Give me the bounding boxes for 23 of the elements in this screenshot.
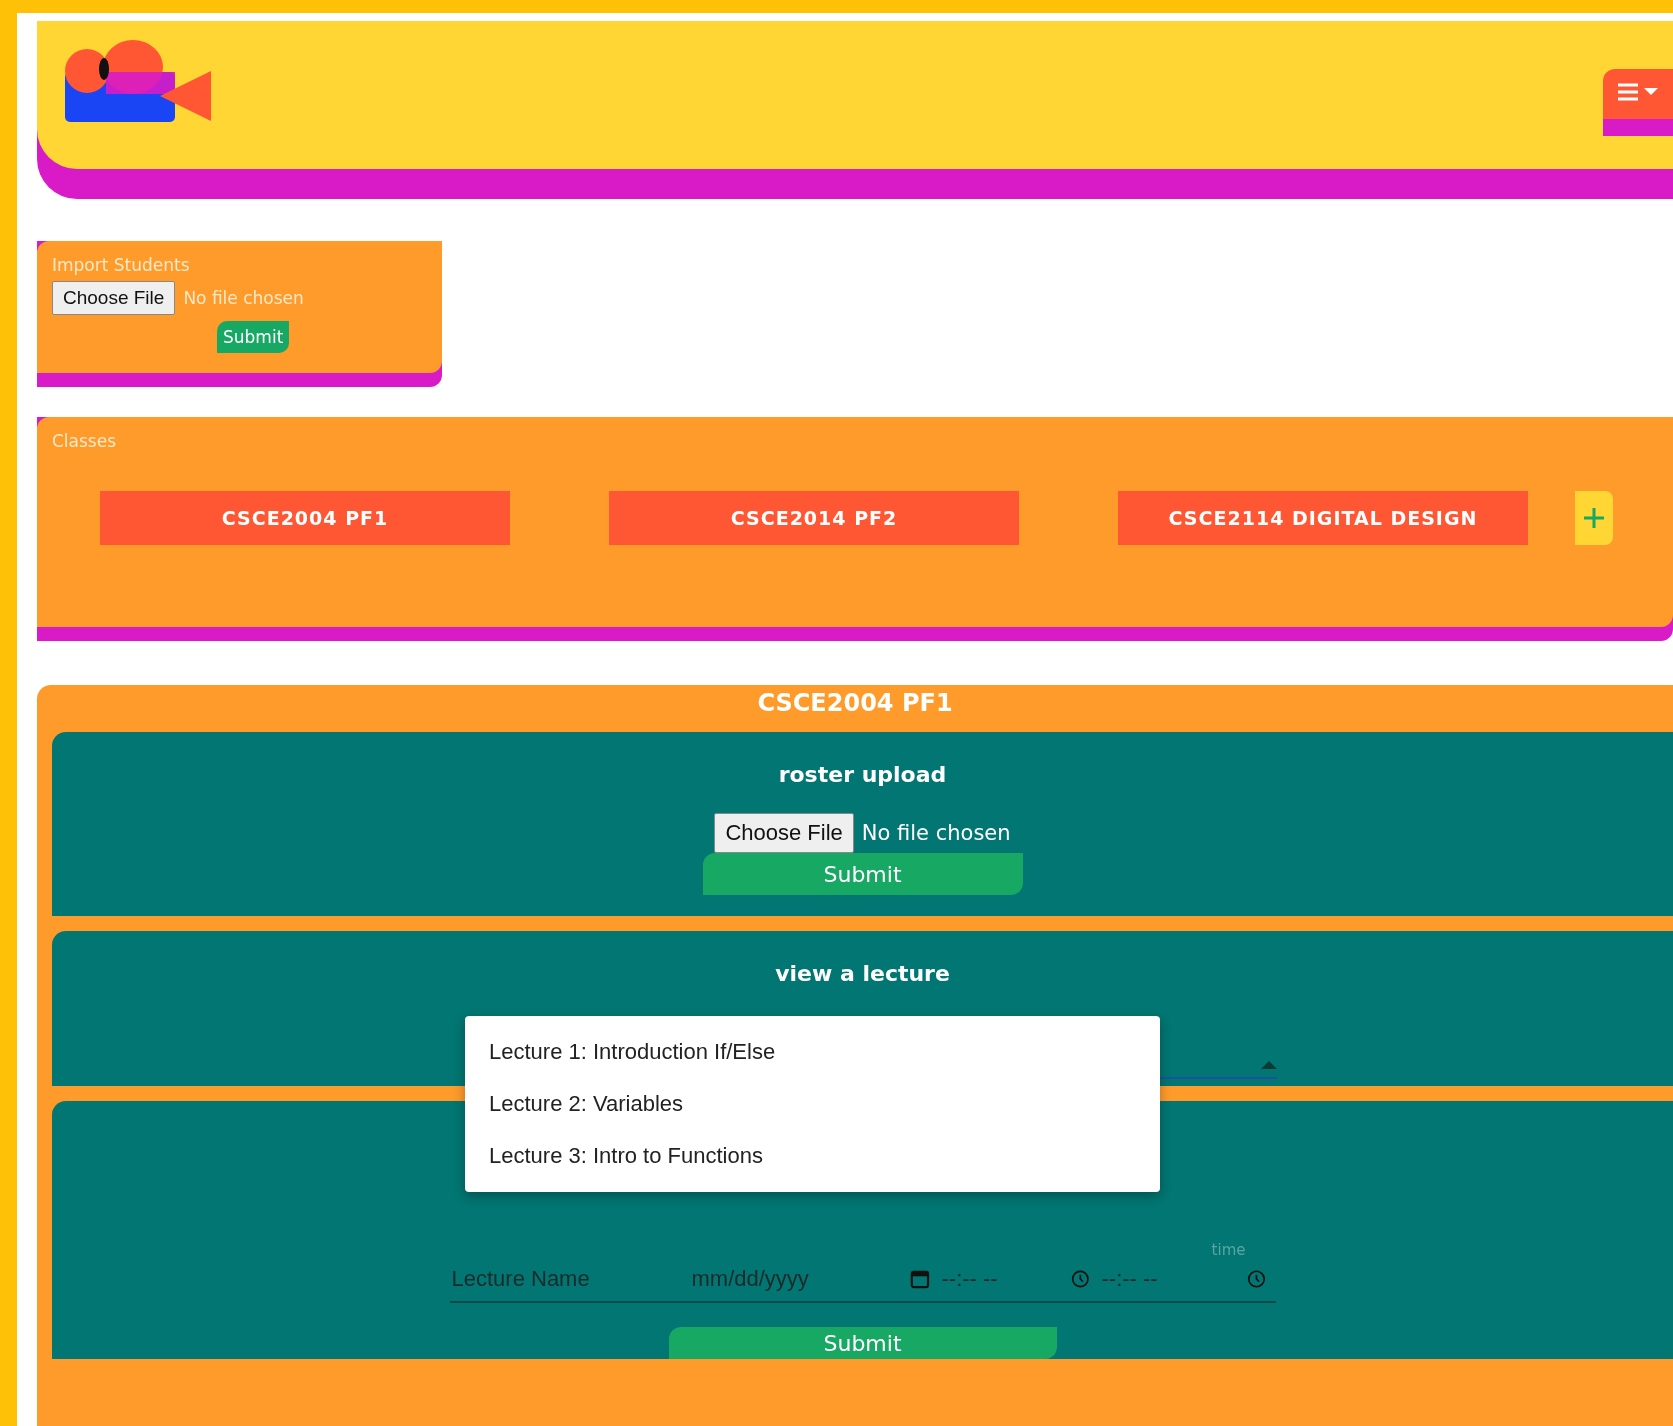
time-input[interactable]: --:-- -- xyxy=(939,1265,1071,1293)
class-button[interactable]: CSCE2114 DIGITAL DESIGN xyxy=(1118,491,1528,545)
choose-file-button[interactable]: Choose File xyxy=(714,813,854,853)
submit-button[interactable]: Submit xyxy=(668,1327,1057,1359)
section-title: view a lecture xyxy=(775,961,950,986)
name-input[interactable]: Lecture Name xyxy=(449,1265,680,1293)
class-button[interactable]: CSCE2004 PF1 xyxy=(100,491,510,545)
menu-item[interactable]: Lecture 2: Variables xyxy=(465,1078,1160,1130)
menu-item[interactable]: Lecture 3: Intro to Functions xyxy=(465,1130,1160,1182)
submit-button[interactable]: Submit xyxy=(702,853,1023,895)
card-title: Import Students xyxy=(52,255,191,275)
menu-item[interactable]: Lecture 1: Introduction If/Else xyxy=(465,1026,1160,1078)
field-label: time xyxy=(1211,1241,1246,1259)
date-input[interactable]: mm/dd/yyyy xyxy=(689,1265,910,1293)
class-button[interactable]: CSCE2014 PF2 xyxy=(609,491,1019,545)
course-title: CSCE2004 PF1 xyxy=(757,689,953,717)
submit-button[interactable]: Submit xyxy=(217,321,290,353)
card-title: Classes xyxy=(52,431,118,451)
choose-file-button[interactable]: Choose File xyxy=(52,281,176,315)
file-status: No file chosen xyxy=(861,821,1011,845)
file-status: No file chosen xyxy=(183,288,304,308)
section-title: roster upload xyxy=(778,762,947,787)
time-input[interactable]: --:-- -- xyxy=(1099,1265,1247,1293)
